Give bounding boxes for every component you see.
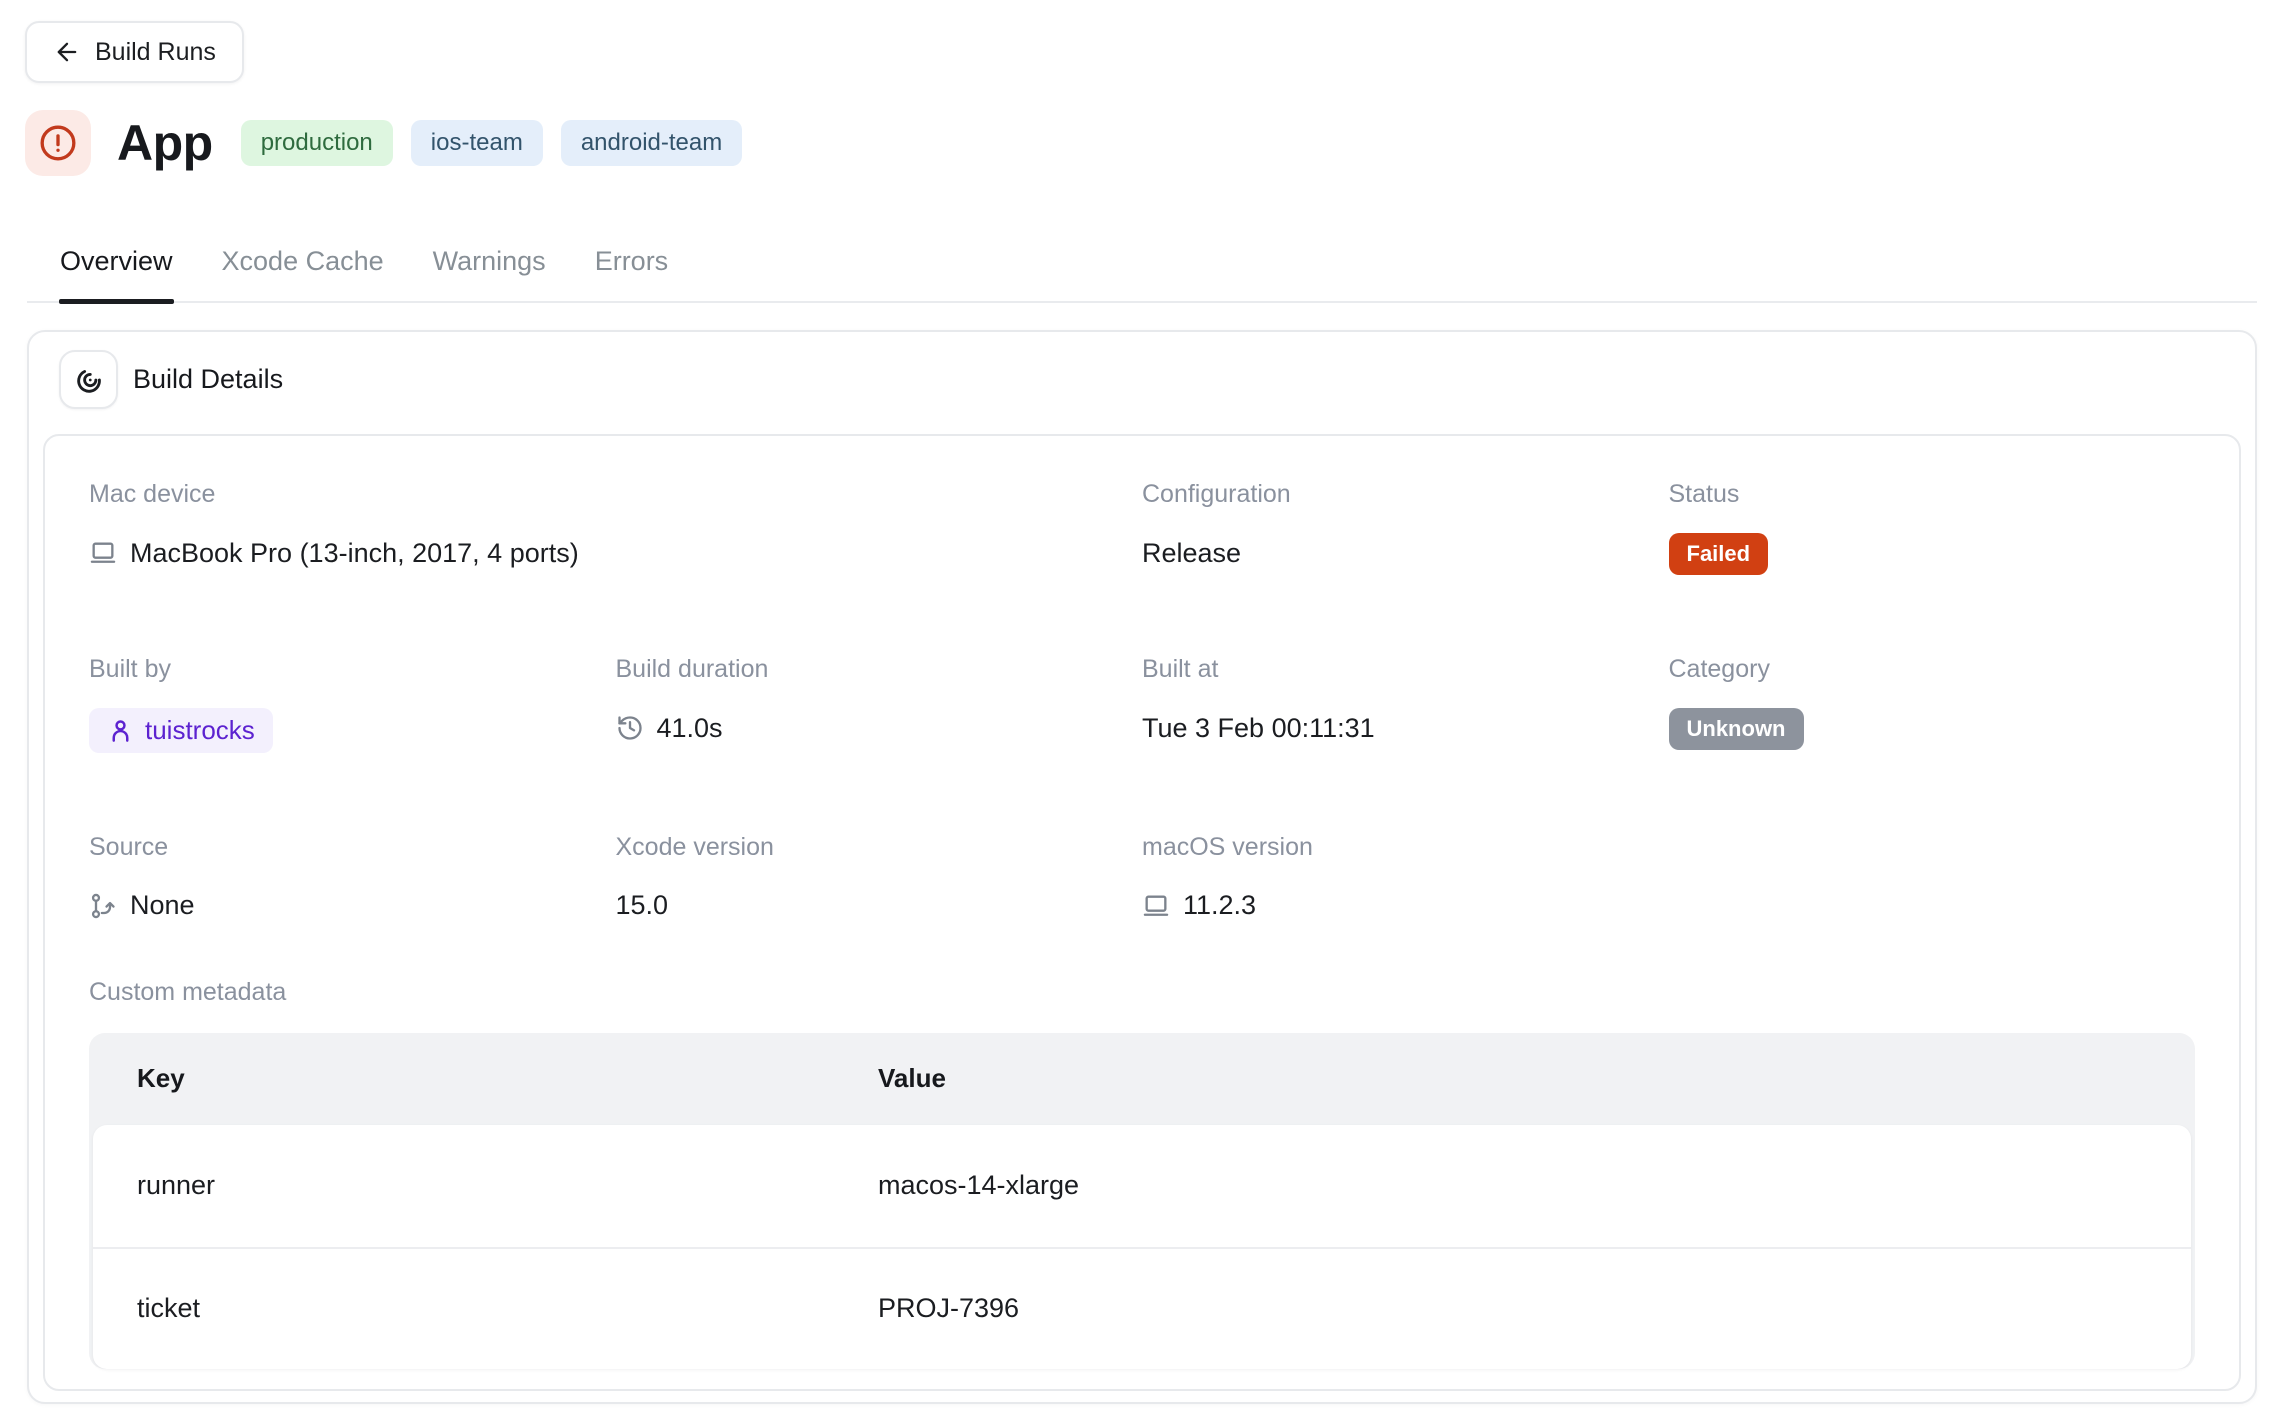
field-label: Mac device	[89, 480, 1142, 509]
tab-errors[interactable]: Errors	[594, 238, 670, 301]
field-label: Category	[1669, 655, 2196, 684]
field-macos-version: macOS version 11.2.3	[1142, 833, 1669, 926]
field-configuration: Configuration Release	[1142, 480, 1669, 575]
table-body: runner macos-14-xlarge ticket PROJ-7396	[93, 1125, 2191, 1369]
table-header-row: Key Value	[89, 1033, 2195, 1125]
alert-circle-icon	[39, 124, 77, 162]
field-value: None	[130, 890, 195, 921]
built-by-badge[interactable]: tuistrocks	[89, 708, 273, 753]
build-details-card: Build Details Mac device MacBook Pro (13…	[27, 330, 2257, 1404]
arrow-left-icon	[53, 38, 81, 66]
field-label: Source	[89, 833, 616, 862]
field-mac-device: Mac device MacBook Pro (13-inch, 2017, 4…	[89, 480, 1142, 575]
build-details-panel: Mac device MacBook Pro (13-inch, 2017, 4…	[43, 434, 2241, 1391]
field-label: Status	[1669, 480, 2196, 509]
field-value: Release	[1142, 538, 1241, 569]
laptop-icon	[89, 539, 117, 567]
user-icon	[107, 717, 134, 744]
page-title: App	[117, 114, 213, 172]
badge-android-team: android-team	[561, 120, 742, 166]
field-label: Built at	[1142, 655, 1669, 684]
tab-warnings[interactable]: Warnings	[432, 238, 547, 301]
custom-metadata-table: Key Value runner macos-14-xlarge ticket …	[89, 1033, 2195, 1369]
tab-bar: Overview Xcode Cache Warnings Errors	[27, 238, 2257, 303]
table-row: runner macos-14-xlarge	[93, 1125, 2191, 1247]
clock-history-icon	[616, 714, 644, 742]
status-badge: Failed	[1669, 533, 1769, 575]
field-built-by: Built by tuistrocks	[89, 655, 616, 753]
git-branch-icon	[89, 892, 117, 920]
badge-ios-team: ios-team	[411, 120, 543, 166]
field-label: Built by	[89, 655, 616, 684]
app-status-tile	[25, 110, 91, 176]
app-header: App production ios-team android-team	[25, 110, 2259, 176]
field-label: Configuration	[1142, 480, 1669, 509]
field-status: Status Failed	[1669, 480, 2196, 575]
field-xcode-version: Xcode version 15.0	[616, 833, 1143, 926]
field-built-at: Built at Tue 3 Feb 00:11:31	[1142, 655, 1669, 753]
field-category: Category Unknown	[1669, 655, 2196, 753]
field-value: MacBook Pro (13-inch, 2017, 4 ports)	[130, 538, 579, 569]
fields-grid: Mac device MacBook Pro (13-inch, 2017, 4…	[89, 480, 2195, 926]
built-by-username: tuistrocks	[145, 716, 255, 745]
back-button-label: Build Runs	[95, 38, 216, 67]
metadata-key: ticket	[137, 1293, 878, 1324]
metadata-value: macos-14-xlarge	[878, 1170, 2191, 1201]
app-badges: production ios-team android-team	[241, 120, 743, 166]
tab-xcode-cache[interactable]: Xcode Cache	[221, 238, 385, 301]
custom-metadata-label: Custom metadata	[89, 978, 2195, 1007]
field-value: 15.0	[616, 890, 669, 921]
laptop-icon	[1142, 892, 1170, 920]
field-value: 11.2.3	[1183, 890, 1256, 921]
field-source: Source None	[89, 833, 616, 926]
tab-overview[interactable]: Overview	[59, 238, 174, 301]
metadata-key: runner	[137, 1170, 878, 1201]
field-build-duration: Build duration 41.0s	[616, 655, 1143, 753]
table-row: ticket PROJ-7396	[93, 1247, 2191, 1369]
metadata-value: PROJ-7396	[878, 1293, 2191, 1324]
build-details-header: Build Details	[43, 350, 2241, 409]
field-value: 41.0s	[657, 713, 723, 744]
category-badge: Unknown	[1669, 708, 1804, 750]
column-header-value: Value	[878, 1063, 2195, 1094]
back-to-build-runs-button[interactable]: Build Runs	[25, 21, 244, 83]
field-label: macOS version	[1142, 833, 1669, 862]
badge-production: production	[241, 120, 393, 166]
column-header-key: Key	[137, 1063, 878, 1094]
card-title: Build Details	[133, 364, 283, 395]
field-value: Tue 3 Feb 00:11:31	[1142, 713, 1375, 744]
field-label: Build duration	[616, 655, 1143, 684]
spiral-icon	[74, 365, 104, 395]
build-details-icon-button[interactable]	[59, 350, 118, 409]
field-label: Xcode version	[616, 833, 1143, 862]
